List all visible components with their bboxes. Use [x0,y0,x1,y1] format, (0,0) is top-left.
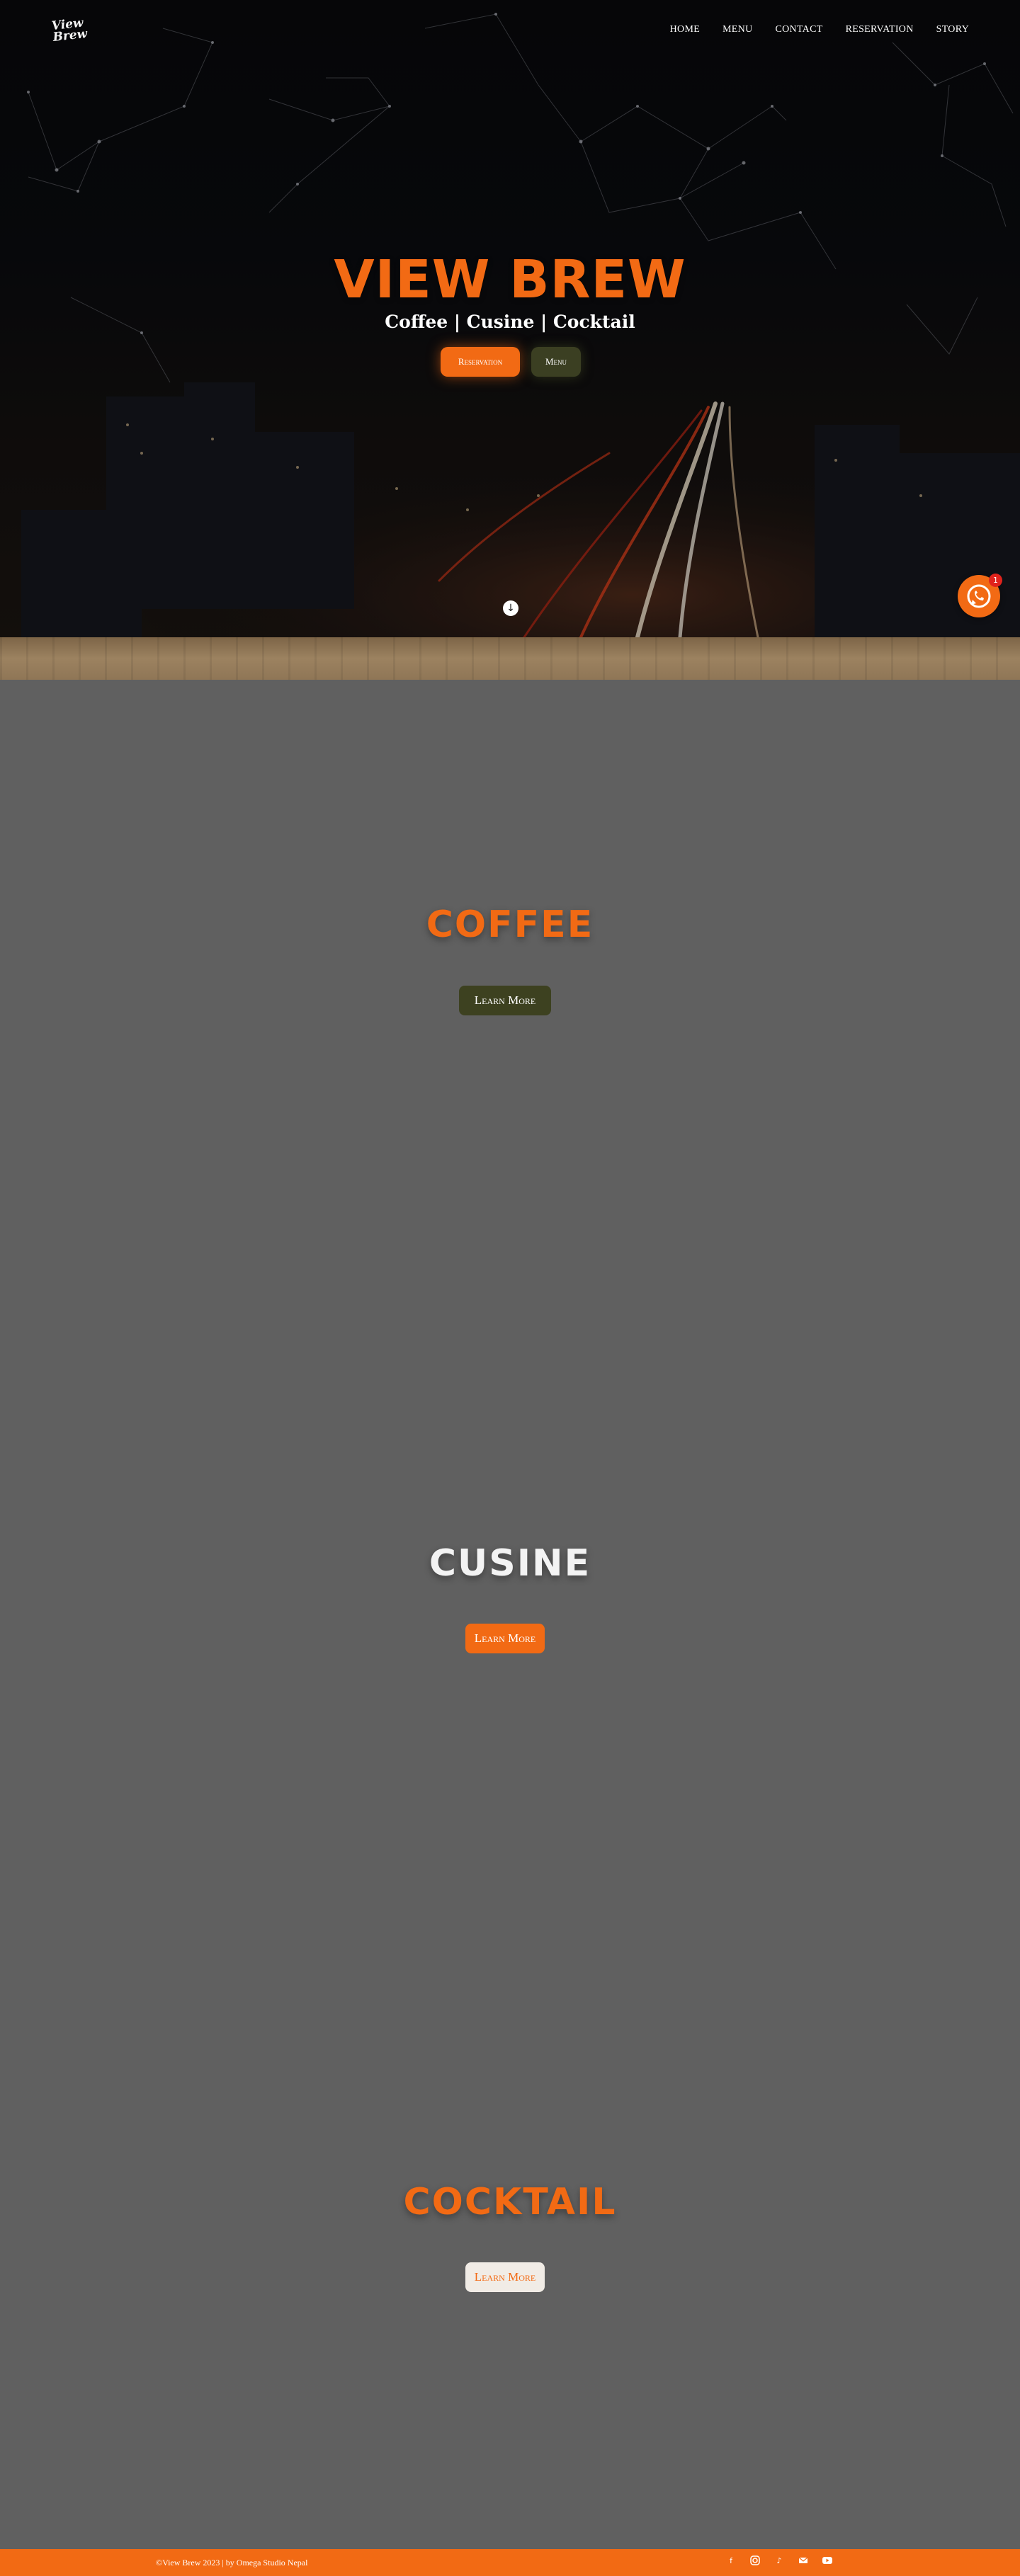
social-links: f ♪ [725,2555,833,2566]
section-title-cusine: CUSINE [429,1542,591,1585]
logo[interactable]: View Brew [51,16,95,47]
nav-reservation[interactable]: RESERVATION [846,24,914,35]
email-icon[interactable] [798,2555,809,2566]
logo-line-2: Brew [52,26,89,45]
nav-menu[interactable]: MENU [722,24,752,35]
hero-button-group: Reservation Menu [441,347,581,377]
section-title-coffee: COFFEE [426,904,594,946]
nav-story[interactable]: STORY [936,24,969,35]
section-title-cocktail: COCKTAIL [403,2181,617,2223]
arrow-down-circle-icon[interactable]: ↓ [503,600,518,616]
hero-subtitle: Coffee | Cusine | Cocktail [385,312,635,332]
hero-title: VIEW BREW [334,249,686,310]
youtube-icon[interactable] [822,2555,833,2566]
footer-copyright: ©View Brew 2023 | by Omega Studio Nepal [156,2558,308,2568]
whatsapp-button[interactable]: 1 [958,574,1002,617]
reservation-button[interactable]: Reservation [441,347,520,377]
cusine-learn-more-button[interactable]: Learn More [465,1624,545,1653]
facebook-icon[interactable]: f [725,2555,737,2566]
main-nav: HOME MENU CONTACT RESERVATION STORY [670,24,969,35]
wood-divider [0,637,1020,680]
tiktok-icon[interactable]: ♪ [774,2555,785,2566]
cocktail-learn-more-button[interactable]: Learn More [465,2262,545,2292]
instagram-icon[interactable] [749,2555,761,2566]
footer: ©View Brew 2023 | by Omega Studio Nepal … [0,2549,1020,2576]
nav-contact[interactable]: CONTACT [775,24,822,35]
notification-badge: 1 [989,574,1002,587]
hero-section: View Brew HOME MENU CONTACT RESERVATION … [0,0,1020,637]
coffee-learn-more-button[interactable]: Learn More [459,986,551,1015]
nav-home[interactable]: HOME [670,24,700,35]
menu-button[interactable]: Menu [531,347,581,377]
